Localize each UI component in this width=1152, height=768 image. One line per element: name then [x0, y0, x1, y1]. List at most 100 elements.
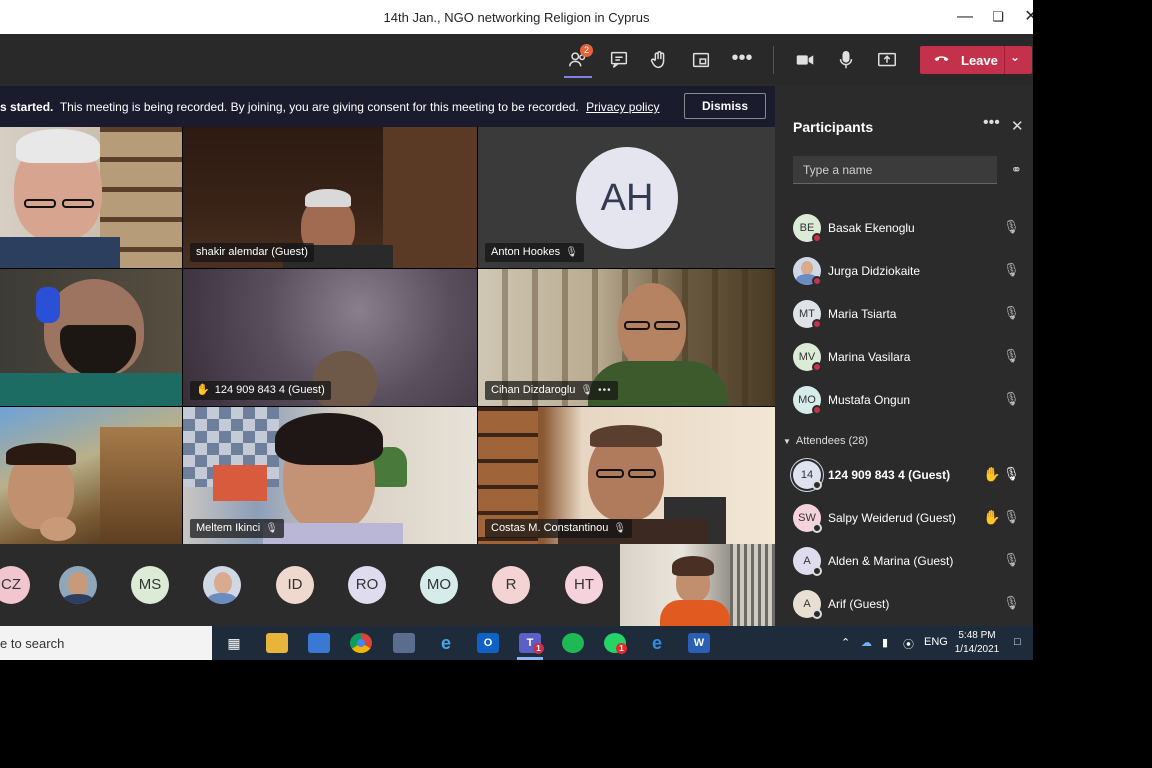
toolbar-divider — [773, 46, 774, 74]
participant-name: Meltem Ikinci — [196, 522, 261, 534]
participant-row[interactable]: MO Mustafa Ongun 🎙︎ — [793, 382, 1025, 418]
rooms-icon[interactable] — [688, 47, 714, 73]
video-tile[interactable]: Costas M. Constantinou 🎙︎ — [478, 407, 775, 544]
task-view-icon[interactable]: ▦ — [223, 633, 245, 653]
dismiss-button[interactable]: Dismiss — [684, 93, 766, 119]
video-tile[interactable]: AH Anton Hookes 🎙︎ — [478, 127, 775, 268]
shirt — [0, 373, 182, 406]
share-screen-icon[interactable] — [874, 47, 900, 73]
video-tile[interactable]: Meltem Ikinci 🎙︎ — [183, 407, 477, 544]
participant-row[interactable]: BE Basak Ekenoglu 🎙︎ — [793, 210, 1025, 246]
banner-bold-text: s started. — [0, 100, 54, 114]
avatar[interactable]: R — [492, 566, 530, 604]
participant-row[interactable]: MT Maria Tsiarta 🎙︎ — [793, 296, 1025, 332]
privacy-policy-link[interactable]: Privacy policy — [586, 100, 659, 114]
mic-off-icon[interactable]: 🎙︎ — [1003, 595, 1020, 611]
active-app-indicator — [517, 657, 543, 660]
video-tile[interactable] — [0, 407, 182, 544]
participant-name: Anton Hookes — [491, 246, 561, 258]
battery-icon[interactable]: ▮ — [882, 636, 888, 649]
mic-off-icon: 🎙︎ — [565, 247, 578, 258]
avatar-initials: MO — [426, 576, 452, 593]
clock[interactable]: 5:48 PM 1/14/2021 — [952, 629, 1002, 657]
video-tile[interactable]: Cihan Dizdaroglu 🎙︎ ••• — [478, 269, 775, 406]
taskbar-search[interactable]: e to search — [0, 626, 212, 660]
avatar[interactable]: CZ — [0, 566, 30, 604]
avatar[interactable]: RO — [348, 566, 386, 604]
more-options-icon[interactable]: ••• — [598, 385, 612, 396]
nameplate: Cihan Dizdaroglu 🎙︎ ••• — [485, 381, 618, 400]
avatar-photo[interactable] — [203, 566, 241, 604]
notifications-icon[interactable]: □ — [1014, 636, 1021, 648]
participant-row[interactable]: 14 124 909 843 4 (Guest) ✋ 🎙︎ — [793, 457, 1025, 493]
participant-row[interactable]: MV Marina Vasilara 🎙︎ — [793, 339, 1025, 375]
mic-off-icon[interactable]: 🎙︎ — [1003, 262, 1020, 278]
onedrive-icon[interactable]: ☁ — [861, 636, 872, 649]
participants-icon[interactable]: 2 — [565, 44, 593, 73]
video-tile[interactable] — [0, 127, 182, 268]
clock-date: 1/14/2021 — [954, 644, 1000, 655]
minimize-icon[interactable]: — — [954, 6, 976, 28]
teams-icon[interactable]: T1 — [519, 633, 544, 654]
file-explorer-icon[interactable] — [266, 633, 288, 653]
chrome-icon[interactable] — [350, 633, 372, 653]
word-icon[interactable]: W — [688, 633, 710, 653]
status-dot — [812, 362, 822, 372]
spotify-icon[interactable] — [562, 633, 584, 653]
avatar-strip: CZ MS ID RO MO R HT — [0, 544, 775, 626]
attendees-header[interactable]: ▼ Attendees (28) — [783, 435, 868, 447]
avatar-photo[interactable] — [59, 566, 97, 604]
mic-off-icon[interactable]: 🎙︎ — [1003, 391, 1020, 407]
raise-hand-icon[interactable] — [646, 47, 672, 73]
participant-row[interactable]: A Arif (Guest) 🎙︎ — [793, 586, 1025, 622]
mic-off-icon[interactable]: 🎙︎ — [1003, 348, 1020, 364]
glasses — [628, 469, 656, 478]
participant-name: Marina Vasilara — [828, 350, 911, 364]
participant-search-input[interactable] — [793, 156, 997, 184]
language-indicator[interactable]: ENG — [924, 636, 948, 648]
chevron-up-icon[interactable]: ⌃ — [841, 636, 850, 649]
leave-button[interactable]: Leave ⌄ — [920, 46, 1032, 74]
video-tile[interactable]: ✋ 124 909 843 4 (Guest) — [183, 269, 477, 406]
nameplate: ✋ 124 909 843 4 (Guest) — [190, 381, 331, 400]
more-actions-icon[interactable]: ••• — [729, 47, 755, 73]
avatar[interactable]: ID — [276, 566, 314, 604]
video-tile[interactable]: shakir alemdar (Guest) — [183, 127, 477, 268]
microphone-icon[interactable]: 🎙︎ — [1003, 466, 1020, 482]
active-tab-indicator — [564, 76, 592, 78]
teams-badge: 1 — [533, 643, 544, 654]
video-tile[interactable] — [0, 269, 182, 406]
microphone-icon[interactable] — [833, 47, 859, 73]
avatar[interactable]: MS — [131, 566, 169, 604]
mic-off-icon[interactable]: 🎙︎ — [1003, 305, 1020, 321]
restore-icon[interactable]: ❏ — [987, 6, 1009, 28]
internet-explorer-icon[interactable]: e — [435, 633, 457, 653]
link-icon[interactable]: ⚭ — [1011, 162, 1022, 178]
mic-off-icon[interactable]: 🎙︎ — [1003, 219, 1020, 235]
store-icon[interactable] — [308, 633, 330, 653]
camera-icon[interactable] — [792, 47, 818, 73]
more-options-icon[interactable]: ••• — [983, 114, 1000, 132]
shirt — [263, 523, 403, 544]
chat-icon[interactable] — [606, 47, 632, 73]
wifi-icon[interactable]: ⦿ — [903, 636, 914, 652]
meeting-toolbar: 2 ••• — [0, 34, 1033, 86]
whatsapp-icon[interactable]: 1 — [604, 633, 627, 654]
self-video[interactable] — [620, 544, 775, 626]
calculator-icon[interactable] — [393, 633, 415, 653]
participant-row[interactable]: SW Salpy Weiderud (Guest) ✋ 🎙︎ — [793, 500, 1025, 536]
mic-off-icon[interactable]: 🎙︎ — [1003, 552, 1020, 568]
edge-icon[interactable]: e — [646, 633, 668, 653]
close-window-icon[interactable]: ✕ — [1020, 6, 1033, 28]
participant-row[interactable]: A Alden & Marina (Guest) 🎙︎ — [793, 543, 1025, 579]
mic-off-icon[interactable]: 🎙︎ — [1003, 509, 1020, 525]
whatsapp-badge: 1 — [616, 643, 627, 654]
avatar[interactable]: MO — [420, 566, 458, 604]
chevron-down-icon[interactable]: ⌄ — [1010, 50, 1020, 64]
avatar[interactable]: HT — [565, 566, 603, 604]
participant-name: Arif (Guest) — [828, 597, 890, 611]
participant-row[interactable]: Jurga Didziokaite 🎙︎ — [793, 253, 1025, 289]
close-icon[interactable]: ✕ — [1011, 117, 1024, 135]
glasses — [596, 469, 624, 478]
outlook-icon[interactable]: O — [477, 633, 499, 653]
